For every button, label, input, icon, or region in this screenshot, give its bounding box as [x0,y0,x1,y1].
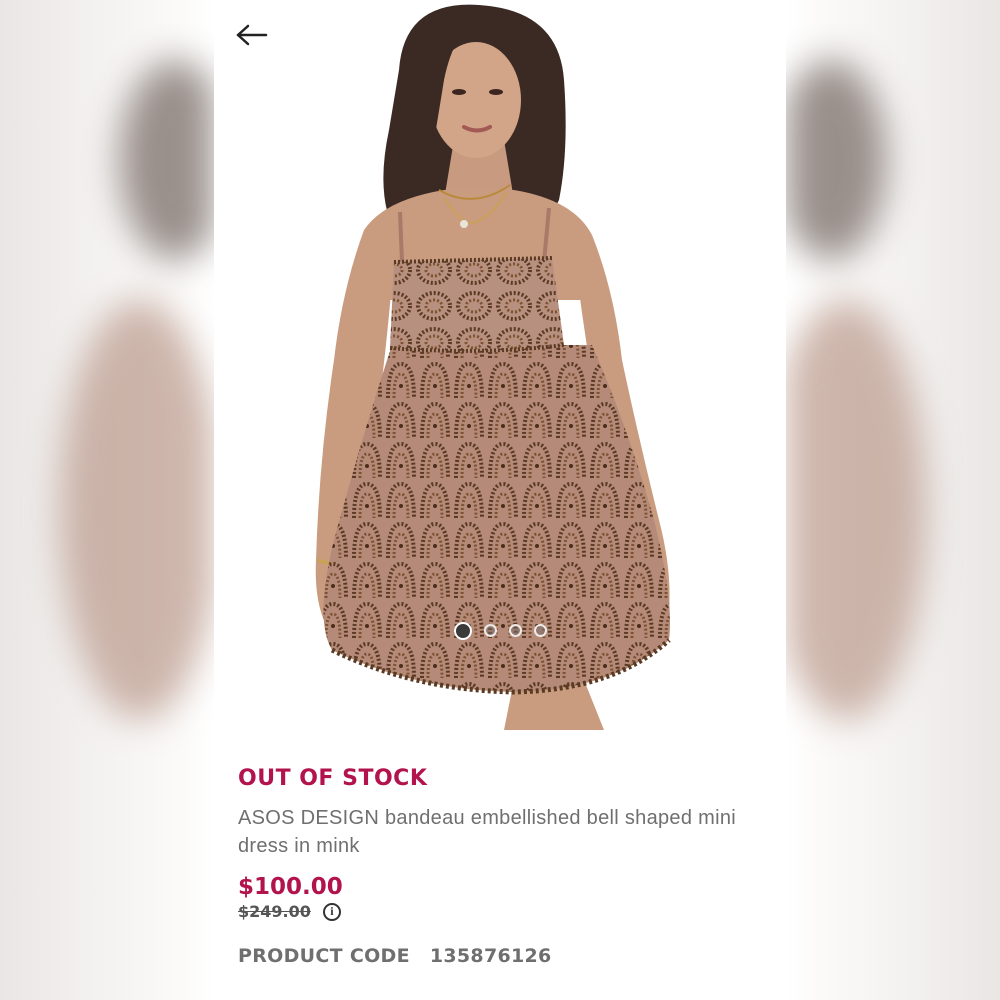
product-code-label: PRODUCT CODE [238,945,410,967]
original-price-row: $249.00 i [238,902,768,921]
product-page: OUT OF STOCK ASOS DESIGN bandeau embelli… [214,0,786,1000]
carousel-dot[interactable] [508,624,522,637]
stock-status: OUT OF STOCK [238,766,428,791]
arrow-left-icon [236,24,268,46]
screenshot-frame: OUT OF STOCK ASOS DESIGN bandeau embelli… [0,0,1000,1000]
info-icon[interactable]: i [322,902,341,921]
product-code-value: 135876126 [429,945,552,967]
blurred-backdrop-right [786,0,1000,1000]
carousel-dot[interactable] [533,624,547,637]
product-title: ASOS DESIGN bandeau embellished bell sha… [238,807,737,857]
product-info: OUT OF STOCK ASOS DESIGN bandeau embelli… [238,762,768,967]
sale-price: $100.00 [238,874,343,900]
product-image[interactable] [214,0,786,740]
back-button[interactable] [232,18,272,52]
carousel-dot[interactable] [483,624,497,637]
carousel-dot[interactable] [453,622,472,640]
image-carousel-dots [214,622,786,640]
product-code-row: PRODUCT CODE 135876126 [238,945,768,967]
blurred-backdrop-left [0,0,214,1000]
original-price: $249.00 [238,902,311,921]
